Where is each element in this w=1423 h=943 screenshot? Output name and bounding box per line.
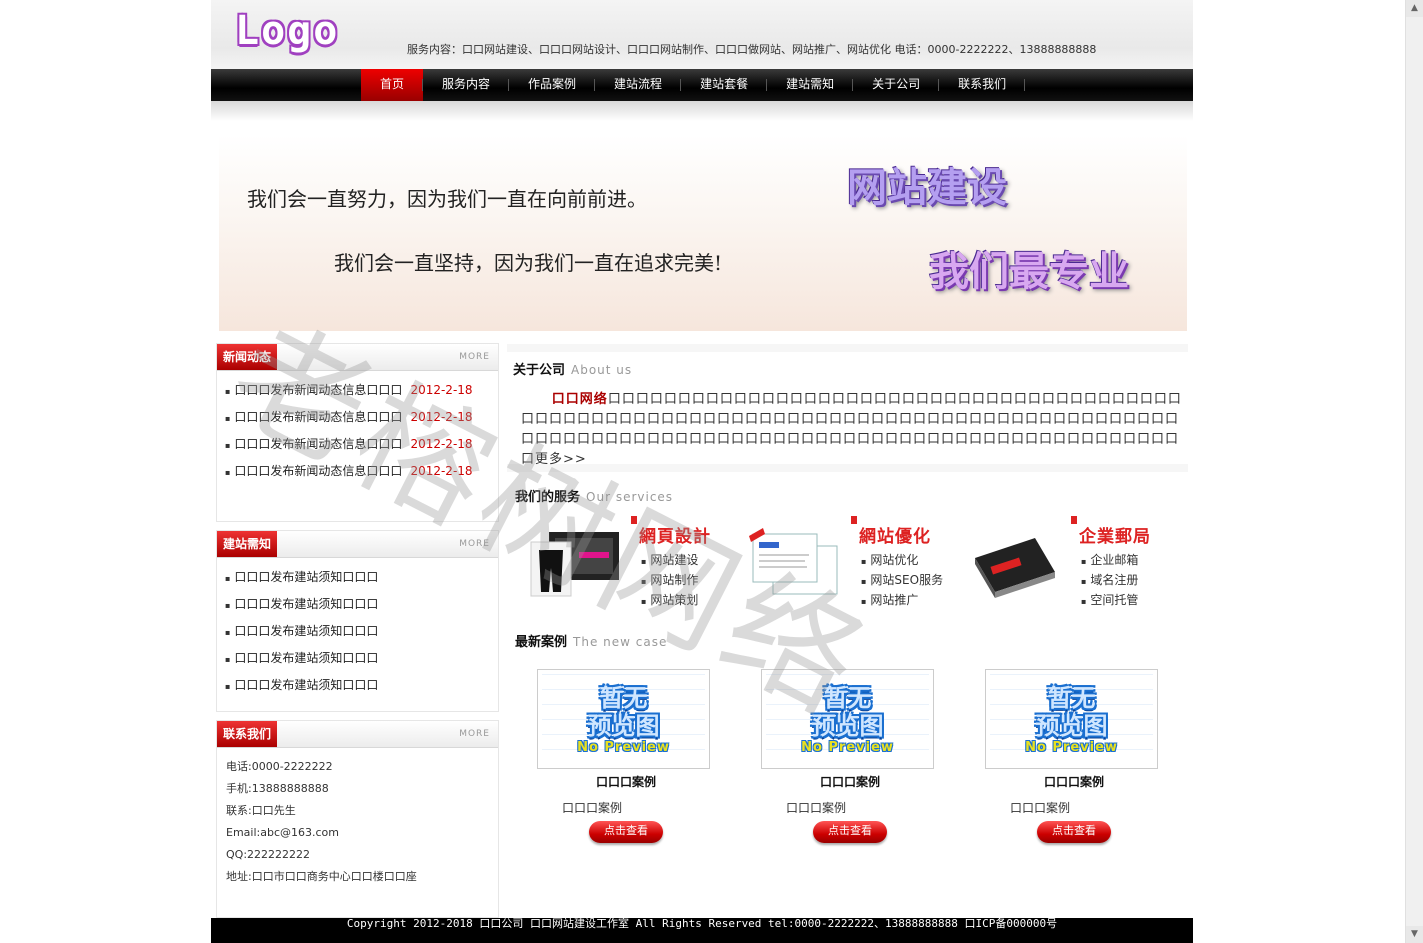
case-card: 暂无 预览图 No Preview 口口口案例 口口口案例 点击查看 [537,669,737,849]
news-item[interactable]: 口口口发布新闻动态信息口口口2012-2-18 [225,377,498,404]
notice-more-link[interactable]: MORE [459,539,490,549]
news-item[interactable]: 口口口发布新闻动态信息口口口2012-2-18 [225,404,498,431]
banner-headline-1: 网站建设 [847,165,1007,211]
seo-icon [749,528,838,595]
banner-slogan-1: 我们会一直努力，因为我们一直在向前前进。 [247,187,647,211]
service-item[interactable]: 网站策划 [641,590,698,610]
notice-item[interactable]: 口口口发布建站须知口口口 [225,645,498,672]
enterprise-mail-icon [975,538,1055,598]
view-case-button[interactable]: 点击查看 [589,821,663,843]
case-thumbnail[interactable]: 暂无 预览图 No Preview [985,669,1158,769]
nav-item-home[interactable]: 首页 [361,69,424,101]
main-content: 关于公司 About us 口口网络口口口口口口口口口口口口口口口口口口口口口口口… [507,344,1188,876]
case-name[interactable]: 口口口案例 [985,773,1163,790]
notice-item[interactable]: 口口口发布建站须知口口口 [225,618,498,645]
service-name: 企業郵局 [1071,516,1151,547]
case-card: 暂无 预览图 No Preview 口口口案例 口口口案例 点击查看 [985,669,1185,849]
footer: Copyright 2012-2018 口口公司 口口网站建设工作室 All R… [211,918,1193,943]
service-item[interactable]: 网站建设 [641,550,698,570]
contact-more-link[interactable]: MORE [459,729,490,739]
view-case-button[interactable]: 点击查看 [813,821,887,843]
about-title: 关于公司 About us [513,363,633,378]
service-item[interactable]: 网站制作 [641,570,698,590]
main-nav: 首页 服务内容 作品案例 建站流程 建站套餐 建站需知 关于公司 联系我们 [211,69,1193,101]
contact-box: 联系我们 MORE 电话:0000-2222222 手机:13888888888… [216,720,499,918]
cases-title: 最新案例 The new case [515,635,668,650]
vertical-scrollbar[interactable]: ▲ ▼ [1405,0,1423,943]
case-thumbnail[interactable]: 暂无 预览图 No Preview [537,669,710,769]
contact-address: 地址:口口市口口商务中心口口楼口口座 [226,870,417,883]
header: Logo 服务内容：口口网站建设、口口口网站设计、口口口网站制作、口口口做网站、… [211,0,1193,69]
nav-item-notice[interactable]: 建站需知 [767,69,854,101]
news-date: 2012-2-18 [410,383,473,397]
service-seo[interactable]: 網站優化 网站优化 网站SEO服务 网站推广 [733,516,943,616]
contact-email: Email:abc@163.com [226,826,339,839]
about-text: 口口网络口口口口口口口口口口口口口口口口口口口口口口口口口口口口口口口口口口口口… [521,392,1182,467]
about-more-link[interactable]: 更多>> [535,452,587,467]
notice-title: 建站需知 [217,531,278,557]
nav-item-packages[interactable]: 建站套餐 [681,69,768,101]
scroll-up-icon[interactable]: ▲ [1406,0,1423,17]
service-name: 網站優化 [851,516,931,547]
case-desc: 口口口案例 [786,801,847,815]
header-info: 服务内容：口口网站建设、口口口网站设计、口口口网站制作、口口口做网站、网站推广、… [407,43,1097,56]
nav-item-contact[interactable]: 联系我们 [939,69,1026,101]
contact-phone: 电话:0000-2222222 [226,760,333,773]
services-title: 我们的服务 Our services [515,490,674,505]
news-date: 2012-2-18 [410,437,473,451]
case-name[interactable]: 口口口案例 [761,773,939,790]
view-case-button[interactable]: 点击查看 [1037,821,1111,843]
cases-subtitle: The new case [573,635,668,649]
notice-item[interactable]: 口口口发布建站须知口口口 [225,564,498,591]
contact-title: 联系我们 [217,721,278,747]
notice-item[interactable]: 口口口发布建站须知口口口 [225,591,498,618]
nav-shadow [211,101,1193,121]
contact-mobile: 手机:13888888888 [226,782,329,795]
web-design-icon [530,532,619,597]
nav-item-process[interactable]: 建站流程 [595,69,682,101]
news-date: 2012-2-18 [410,410,473,424]
service-item[interactable]: 网站推广 [861,590,943,610]
contact-qq: QQ:222222222 [226,848,311,861]
news-date: 2012-2-18 [410,464,473,478]
news-box: 新闻动态 MORE 口口口发布新闻动态信息口口口2012-2-18 口口口发布新… [216,343,499,522]
case-desc: 口口口案例 [1010,801,1071,815]
news-item[interactable]: 口口口发布新闻动态信息口口口2012-2-18 [225,431,498,458]
services-subtitle: Our services [586,490,674,504]
scroll-down-icon[interactable]: ▼ [1406,926,1423,943]
case-desc: 口口口案例 [562,801,623,815]
notice-box: 建站需知 MORE 口口口发布建站须知口口口 口口口发布建站须知口口口 口口口发… [216,530,499,712]
news-more-link[interactable]: MORE [459,352,490,362]
service-item[interactable]: 域名注册 [1081,570,1138,590]
nav-item-about[interactable]: 关于公司 [853,69,940,101]
case-thumbnail[interactable]: 暂无 预览图 No Preview [761,669,934,769]
news-title: 新闻动态 [217,344,278,370]
contact-person: 联系:口口先生 [226,804,296,817]
news-item[interactable]: 口口口发布新闻动态信息口口口2012-2-18 [225,458,498,485]
banner: 我们会一直努力，因为我们一直在向前前进。 我们会一直坚持，因为我们一直在追求完美… [219,135,1187,331]
notice-item[interactable]: 口口口发布建站须知口口口 [225,672,498,699]
service-name: 網頁設計 [631,516,711,547]
service-item[interactable]: 网站优化 [861,550,943,570]
nav-item-portfolio[interactable]: 作品案例 [509,69,596,101]
banner-headline-2: 我们最专业 [929,249,1129,295]
page: Logo 服务内容：口口网站建设、口口口网站设计、口口口网站制作、口口口做网站、… [211,0,1193,943]
logo[interactable]: Logo [235,8,339,54]
service-email[interactable]: 企業郵局 企业邮箱 域名注册 空间托管 [953,516,1163,616]
case-card: 暂无 预览图 No Preview 口口口案例 口口口案例 点击查看 [761,669,961,849]
case-name[interactable]: 口口口案例 [537,773,715,790]
nav-item-services[interactable]: 服务内容 [423,69,510,101]
about-company: 口口网络 [551,392,608,407]
service-item[interactable]: 企业邮箱 [1081,550,1138,570]
about-subtitle: About us [571,363,633,377]
service-item[interactable]: 网站SEO服务 [861,570,943,590]
banner-slogan-2: 我们会一直坚持，因为我们一直在追求完美! [334,251,723,275]
service-web-design[interactable]: 網頁設計 网站建设 网站制作 网站策划 [513,516,723,616]
service-item[interactable]: 空间托管 [1081,590,1138,610]
